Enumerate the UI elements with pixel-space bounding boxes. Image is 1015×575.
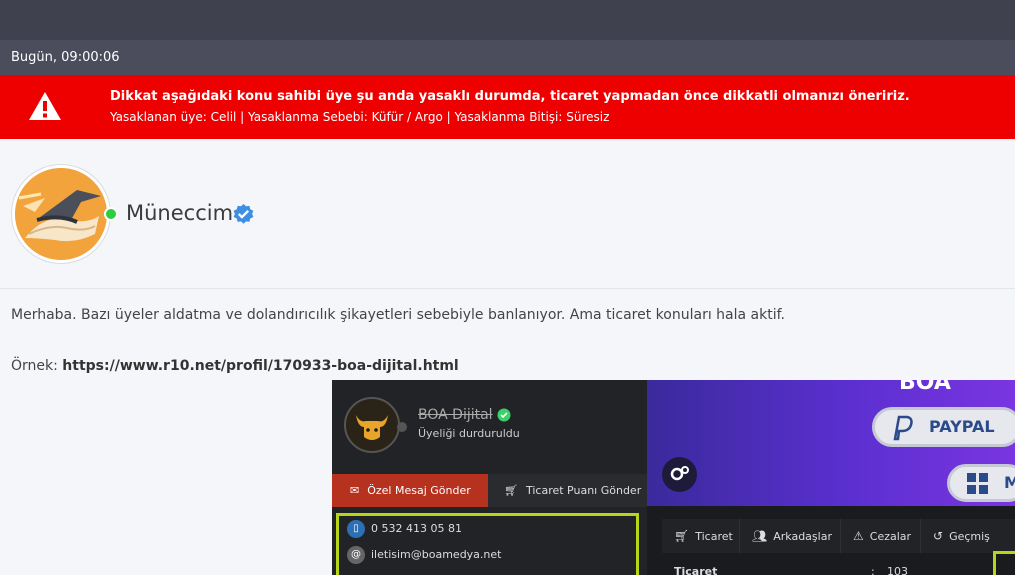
shot-highlight-box [993, 551, 1015, 575]
shot-tab-friends: 👥︎ Arkadaşlar [740, 519, 841, 553]
shot-tab-friends-label: Arkadaşlar [773, 530, 832, 543]
shot-contact-box: ▯ 0 532 413 05 81 @ iletisim@boamedya.ne… [336, 513, 639, 575]
shot-trade-points-button: 🛒︎ Ticaret Puanı Gönder [488, 474, 647, 507]
ban-alert: Dikkat aşağıdaki konu sahibi üye şu anda… [0, 75, 1015, 139]
shot-contact-phone-text: 0 532 413 05 81 [371, 522, 462, 535]
warning-triangle-icon [29, 92, 61, 120]
author-name[interactable]: Müneccim [126, 201, 233, 225]
phone-icon: ▯ [347, 520, 365, 538]
example-label: Örnek: [11, 358, 58, 374]
verified-badge-icon [233, 204, 254, 224]
shot-message-label: Özel Mesaj Gönder [367, 484, 471, 497]
shot-tab-history-label: Geçmiş [949, 530, 990, 543]
bull-logo-icon [346, 399, 398, 451]
shot-paypal-label: PAYPAL [929, 417, 995, 436]
shot-profile-status: Üyeliği durduruldu [418, 427, 520, 440]
shot-tab-trade-label: Ticaret [695, 530, 733, 543]
shot-contact-email-text: iletisim@boamedya.net [371, 548, 502, 561]
post-date-bar: Bugün, 09:00:06 [0, 40, 1015, 75]
shot-stat-value: 103 [887, 565, 908, 575]
shot-profile-tabs: 🛒︎ Ticaret 👥︎ Arkadaşlar ⚠︎ Cezalar ↺ Geçmiş [662, 519, 1015, 553]
gear-icon [662, 457, 697, 492]
shot-profile-panel: BOA Dijital Üyeliği durduruldu ✉ Özel Mes… [332, 380, 647, 575]
envelope-icon: ✉ [350, 484, 360, 497]
shot-action-buttons: ✉ Özel Mesaj Gönder 🛒︎ Ticaret Puanı Gönde… [332, 474, 647, 507]
at-icon: @ [347, 546, 365, 564]
alert-detail: Yasaklanan üye: Celil | Yasaklanma Sebeb… [110, 110, 610, 124]
shot-right-panel: BOA PAYPAL M 🛒︎ Ticaret 👥︎ Arkadaşlar ⚠︎… [647, 380, 1015, 575]
shot-grid-label: M [1004, 473, 1015, 492]
post-timestamp: Bugün, 09:00:06 [11, 50, 120, 65]
shot-grid-button: M [947, 464, 1015, 502]
shot-verified-icon [497, 408, 511, 422]
shot-tab-trade: 🛒︎ Ticaret [662, 519, 740, 553]
paypal-icon [893, 415, 913, 441]
shot-message-button: ✉ Özel Mesaj Gönder [332, 474, 488, 507]
shot-tab-penalties-label: Cezalar [869, 530, 912, 543]
wizard-hat-book-image [15, 168, 107, 260]
grid-icon [967, 473, 988, 494]
shot-banner: BOA PAYPAL M [647, 380, 1015, 506]
online-status-dot [104, 207, 118, 221]
embedded-screenshot[interactable]: BOA Dijital Üyeliği durduruldu ✉ Özel Mes… [332, 380, 1015, 575]
history-icon: ↺ [933, 529, 944, 543]
shot-trade-points-label: Ticaret Puanı Gönder [525, 484, 642, 497]
shot-contact-phone: ▯ 0 532 413 05 81 [347, 519, 462, 539]
shot-avatar [344, 397, 400, 453]
example-link[interactable]: https://www.r10.net/profil/170933-boa-di… [62, 358, 458, 374]
shot-stat-label: Ticaret [674, 565, 718, 575]
cart-icon: 🛒︎ [674, 529, 690, 543]
alert-title: Dikkat aşağıdaki konu sahibi üye şu anda… [110, 89, 910, 104]
shot-stat-colon: : [871, 565, 875, 575]
shot-banner-cut-text: BOA [899, 380, 951, 395]
warning-icon: ⚠︎ [853, 529, 864, 543]
shot-profile-name: BOA Dijital [418, 407, 493, 423]
friends-icon: 👥︎ [752, 529, 768, 543]
shot-tab-penalties: ⚠︎ Cezalar [841, 519, 921, 553]
post-author: Müneccim [0, 139, 1015, 289]
shot-offline-dot [397, 422, 407, 432]
post-body-text: Merhaba. Bazı üyeler aldatma ve dolandır… [11, 307, 785, 323]
shot-paypal-badge: PAYPAL [872, 407, 1015, 447]
top-navbar [0, 0, 1015, 40]
shot-tab-history: ↺ Geçmiş [921, 519, 1015, 553]
cart-icon: 🛒︎ [504, 484, 518, 497]
shot-contact-email: @ iletisim@boamedya.net [347, 545, 501, 565]
avatar[interactable] [12, 165, 110, 263]
post-example: Örnek: https://www.r10.net/profil/170933… [11, 358, 459, 374]
